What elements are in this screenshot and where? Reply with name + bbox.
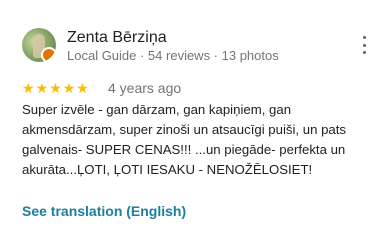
reviewer-meta: Local Guide · 54 reviews · 13 photos <box>67 48 279 63</box>
more-options-icon[interactable] <box>361 36 367 54</box>
local-guide-badge-icon <box>41 47 56 62</box>
star-icon: ★ <box>22 80 35 96</box>
star-icon: ★ <box>35 80 49 96</box>
star-icon: ★ <box>62 80 76 96</box>
reviewer-avatar[interactable] <box>22 28 56 62</box>
see-translation-link[interactable]: See translation (English) <box>22 202 186 220</box>
star-icon: ★ <box>76 80 89 96</box>
review-date: 4 years ago <box>108 80 182 96</box>
review-text: Super izvēle - gan dārzam, gan kapiņiem,… <box>22 102 346 177</box>
star-rating: ★ ★ ★ ★ ★ <box>22 80 89 96</box>
reviewer-name[interactable]: Zenta Bērziņa <box>67 28 167 48</box>
review-card: Zenta Bērziņa Local Guide · 54 reviews ·… <box>0 0 383 242</box>
star-icon: ★ <box>49 80 62 96</box>
